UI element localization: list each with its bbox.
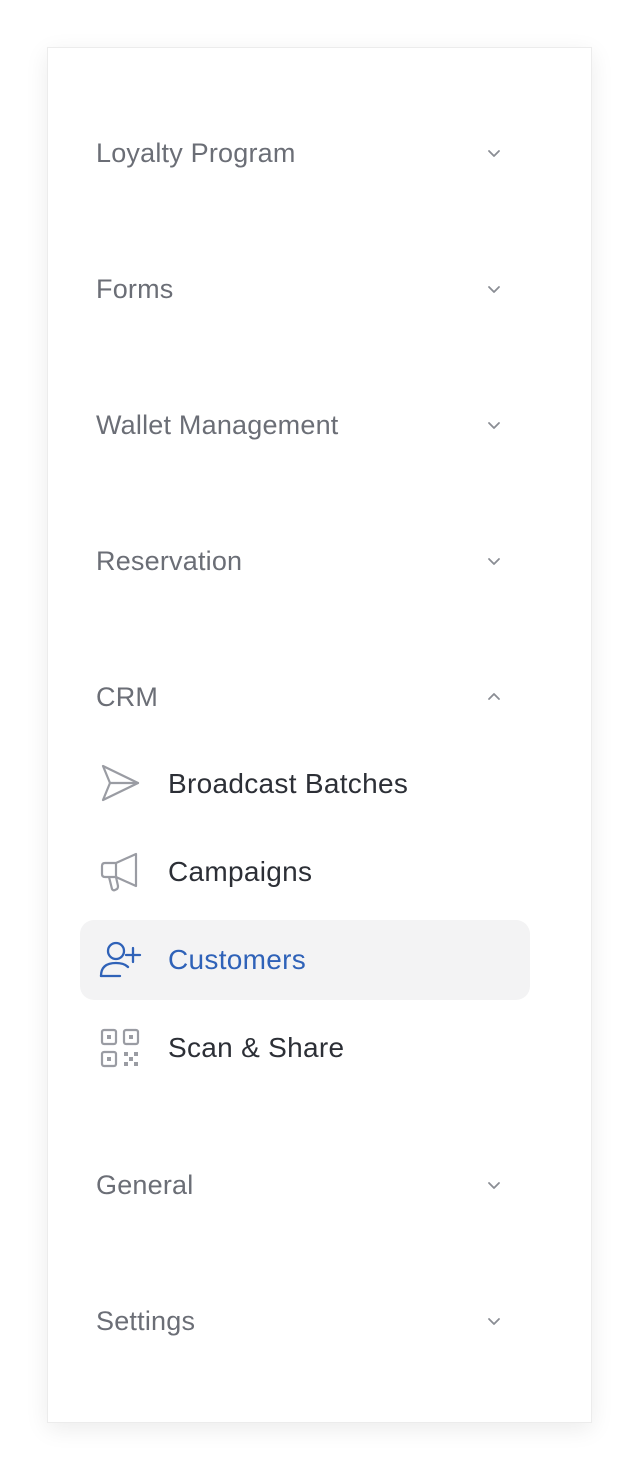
section-general[interactable]: General: [96, 1155, 516, 1215]
section-label: Settings: [96, 1305, 196, 1336]
chevron-down-icon: [482, 141, 506, 165]
sidebar-item-label: Scan & Share: [168, 1032, 345, 1063]
section-forms[interactable]: Forms: [96, 259, 516, 319]
sidebar-item-broadcast-batches[interactable]: Broadcast Batches: [80, 744, 530, 824]
chevron-down-icon: [482, 277, 506, 301]
section-loyalty-program[interactable]: Loyalty Program: [96, 123, 516, 183]
sidebar-item-scan-share[interactable]: Scan & Share: [80, 1008, 530, 1088]
sidebar-nav: Loyalty Program Forms Wallet Management …: [47, 47, 592, 1423]
chevron-down-icon: [482, 549, 506, 573]
section-label: Forms: [96, 273, 174, 304]
section-label: Wallet Management: [96, 409, 339, 440]
section-label: CRM: [96, 681, 159, 712]
chevron-down-icon: [482, 413, 506, 437]
section-reservation[interactable]: Reservation: [96, 531, 516, 591]
section-label: Reservation: [96, 545, 243, 576]
chevron-up-icon: [482, 685, 506, 709]
sidebar-item-label: Customers: [168, 944, 307, 975]
section-label: Loyalty Program: [96, 137, 296, 168]
section-settings[interactable]: Settings: [96, 1291, 516, 1351]
section-crm[interactable]: CRM: [96, 667, 516, 727]
sidebar-item-campaigns[interactable]: Campaigns: [80, 832, 530, 912]
send-icon: [98, 762, 142, 806]
section-wallet-management[interactable]: Wallet Management: [96, 395, 516, 455]
sidebar-item-customers[interactable]: Customers: [80, 920, 530, 1000]
chevron-down-icon: [482, 1173, 506, 1197]
sidebar-item-label: Broadcast Batches: [168, 768, 409, 799]
megaphone-icon: [98, 850, 142, 894]
qr-code-icon: [98, 1026, 142, 1070]
section-label: General: [96, 1169, 194, 1200]
sidebar-item-label: Campaigns: [168, 856, 313, 887]
user-plus-icon: [98, 938, 142, 982]
chevron-down-icon: [482, 1309, 506, 1333]
